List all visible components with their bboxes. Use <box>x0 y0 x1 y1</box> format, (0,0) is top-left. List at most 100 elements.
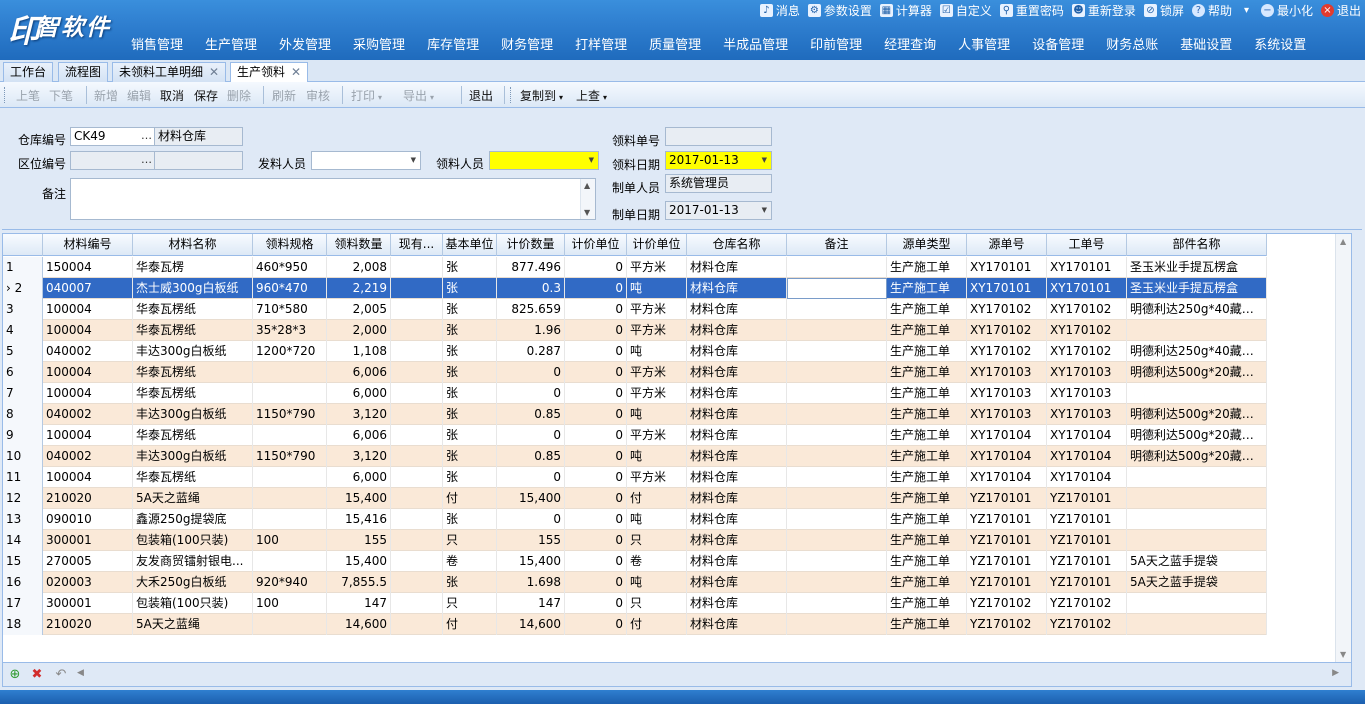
table-cell[interactable]: XY170104 <box>1047 467 1127 488</box>
scroll-up-icon[interactable]: ▲ <box>1340 237 1346 246</box>
column-header[interactable]: 计价单位 <box>565 234 627 256</box>
table-cell[interactable]: 材料仓库 <box>687 530 787 551</box>
column-header[interactable]: 计价数量 <box>497 234 565 256</box>
table-row[interactable]: › 2 040007 杰士威300g白板纸 960*470 2,219 张 0.3 0 吨材料仓… <box>3 278 1267 299</box>
table-cell[interactable]: YZ170101 <box>967 551 1047 572</box>
table-cell[interactable]: 张 <box>443 299 497 320</box>
table-cell[interactable]: 生产施工单 <box>887 593 967 614</box>
table-cell[interactable]: 生产施工单 <box>887 467 967 488</box>
table-cell[interactable] <box>391 383 443 404</box>
table-cell[interactable]: 3,120 <box>327 446 391 467</box>
table-cell[interactable]: 材料仓库 <box>687 488 787 509</box>
issuer-select[interactable]: ▼ <box>311 151 421 170</box>
table-cell[interactable]: 只 <box>627 530 687 551</box>
table-cell[interactable]: 张 <box>443 467 497 488</box>
nav-item[interactable]: 财务总账 <box>1095 36 1169 56</box>
table-cell[interactable]: 生产施工单 <box>887 551 967 572</box>
column-header[interactable]: 部件名称 <box>1127 234 1267 256</box>
table-cell[interactable]: 付 <box>627 614 687 635</box>
nav-item[interactable]: 经理查询 <box>873 36 947 56</box>
table-cell[interactable]: XY170103 <box>1047 383 1127 404</box>
table-row[interactable]: 9 100004 华泰瓦楞纸 6,006 张 0 0 平方米 材料仓库 生产施工单 XY170104… <box>3 425 1267 446</box>
table-cell[interactable]: 3,120 <box>327 404 391 425</box>
table-cell[interactable]: 吨 <box>627 446 687 467</box>
table-cell[interactable]: 0.85 <box>497 404 565 425</box>
table-cell[interactable]: XY170103 <box>1047 362 1127 383</box>
toplink-users[interactable]: ☻ 重新登录 <box>1071 2 1136 19</box>
table-cell[interactable]: 0 <box>565 593 627 614</box>
table-row[interactable]: 13 090010 鑫源250g提袋底 15,416 张 0 0 吨材料仓库 生产施工单 YZ17… <box>3 509 1267 530</box>
table-cell[interactable]: 付 <box>627 488 687 509</box>
cancel-button[interactable]: 取消 <box>160 87 184 104</box>
table-cell[interactable] <box>1127 320 1267 341</box>
table-row[interactable]: 1 150004 华泰瓦楞 460*950 2,008 张 877.496 0 平方米 材料仓库 生… <box>3 257 1267 278</box>
table-cell[interactable] <box>787 572 887 593</box>
table-cell[interactable]: 生产施工单 <box>887 509 967 530</box>
table-cell[interactable] <box>253 467 327 488</box>
table-cell[interactable]: 2,219 <box>327 278 391 299</box>
table-cell[interactable]: 0.287 <box>497 341 565 362</box>
toplink-lock[interactable]: ⊘ 锁屏 <box>1143 2 1184 19</box>
table-cell[interactable] <box>253 614 327 635</box>
table-cell[interactable]: XY170102 <box>967 299 1047 320</box>
table-cell[interactable]: XY170102 <box>967 341 1047 362</box>
table-cell[interactable] <box>787 425 887 446</box>
table-cell[interactable]: 1150*790 <box>253 404 327 425</box>
table-cell[interactable]: 吨 <box>627 404 687 425</box>
table-cell[interactable] <box>391 425 443 446</box>
table-cell[interactable]: YZ170101 <box>967 488 1047 509</box>
close-icon[interactable]: ✕ <box>291 65 301 79</box>
table-row[interactable]: 6 100004 华泰瓦楞纸 6,006 张 0 0 平方米 材料仓库 生产施工单 XY170103… <box>3 362 1267 383</box>
table-cell[interactable]: 材料仓库 <box>687 572 787 593</box>
table-cell[interactable] <box>391 488 443 509</box>
table-cell[interactable]: 1.96 <box>497 320 565 341</box>
column-header[interactable]: 材料编号 <box>43 234 133 256</box>
table-cell[interactable]: 210020 <box>43 614 133 635</box>
table-cell[interactable] <box>391 299 443 320</box>
make-date-picker[interactable]: 2017-01-13 ▼ <box>665 201 772 220</box>
remark-scrollbar[interactable]: ▲ ▼ <box>580 179 595 219</box>
table-cell[interactable]: 147 <box>497 593 565 614</box>
table-cell[interactable] <box>787 446 887 467</box>
table-cell[interactable]: 包装箱(100只装) <box>133 530 253 551</box>
table-cell[interactable]: 100 <box>253 530 327 551</box>
table-cell[interactable] <box>391 446 443 467</box>
table-cell[interactable]: YZ170101 <box>967 509 1047 530</box>
tab-3[interactable]: 生产领料 ✕ <box>230 62 309 83</box>
table-cell[interactable]: 0 <box>565 614 627 635</box>
table-cell[interactable]: 平方米 <box>627 467 687 488</box>
location-code-field[interactable]: … <box>70 151 155 170</box>
table-cell[interactable]: 300001 <box>43 593 133 614</box>
table-cell[interactable]: 材料仓库 <box>687 425 787 446</box>
table-cell[interactable]: 15,400 <box>327 551 391 572</box>
table-cell[interactable] <box>1127 467 1267 488</box>
table-cell[interactable] <box>787 551 887 572</box>
table-cell[interactable]: 0 <box>565 257 627 278</box>
table-cell[interactable]: 生产施工单 <box>887 362 967 383</box>
table-cell[interactable]: 吨 <box>627 572 687 593</box>
scroll-down-icon[interactable]: ▼ <box>584 208 590 217</box>
table-cell[interactable]: 15,416 <box>327 509 391 530</box>
table-cell[interactable] <box>787 320 887 341</box>
column-header[interactable]: 现有... <box>391 234 443 256</box>
table-cell[interactable]: 华泰瓦楞纸 <box>133 362 253 383</box>
table-cell[interactable]: 丰达300g白板纸 <box>133 404 253 425</box>
table-cell[interactable]: YZ170101 <box>1047 509 1127 530</box>
nav-item[interactable]: 生产管理 <box>194 36 268 56</box>
table-cell[interactable]: 960*470 <box>253 278 327 299</box>
table-cell[interactable]: 0 <box>565 278 627 299</box>
table-cell[interactable]: 0 <box>565 488 627 509</box>
lookup-dots-icon[interactable]: … <box>141 152 152 168</box>
table-cell[interactable]: 生产施工单 <box>887 488 967 509</box>
table-cell[interactable]: 生产施工单 <box>887 425 967 446</box>
table-row[interactable]: 14 300001 包装箱(100只装) 100 155 只 155 0 只材料仓库 生产施工单 Y… <box>3 530 1267 551</box>
exit-button[interactable]: 退出 <box>469 87 493 104</box>
table-cell[interactable]: 吨 <box>627 341 687 362</box>
table-cell[interactable]: 6,006 <box>327 362 391 383</box>
toplink-minimize[interactable]: − 最小化 <box>1260 2 1313 19</box>
table-row[interactable]: 17 300001 包装箱(100只装) 100 147 只 147 0 只材料仓库 生产施工单 Y… <box>3 593 1267 614</box>
table-cell[interactable]: 张 <box>443 383 497 404</box>
table-cell[interactable]: 生产施工单 <box>887 257 967 278</box>
table-cell[interactable]: 2,000 <box>327 320 391 341</box>
copy-to-button[interactable]: 复制到 ▾ <box>520 87 563 104</box>
